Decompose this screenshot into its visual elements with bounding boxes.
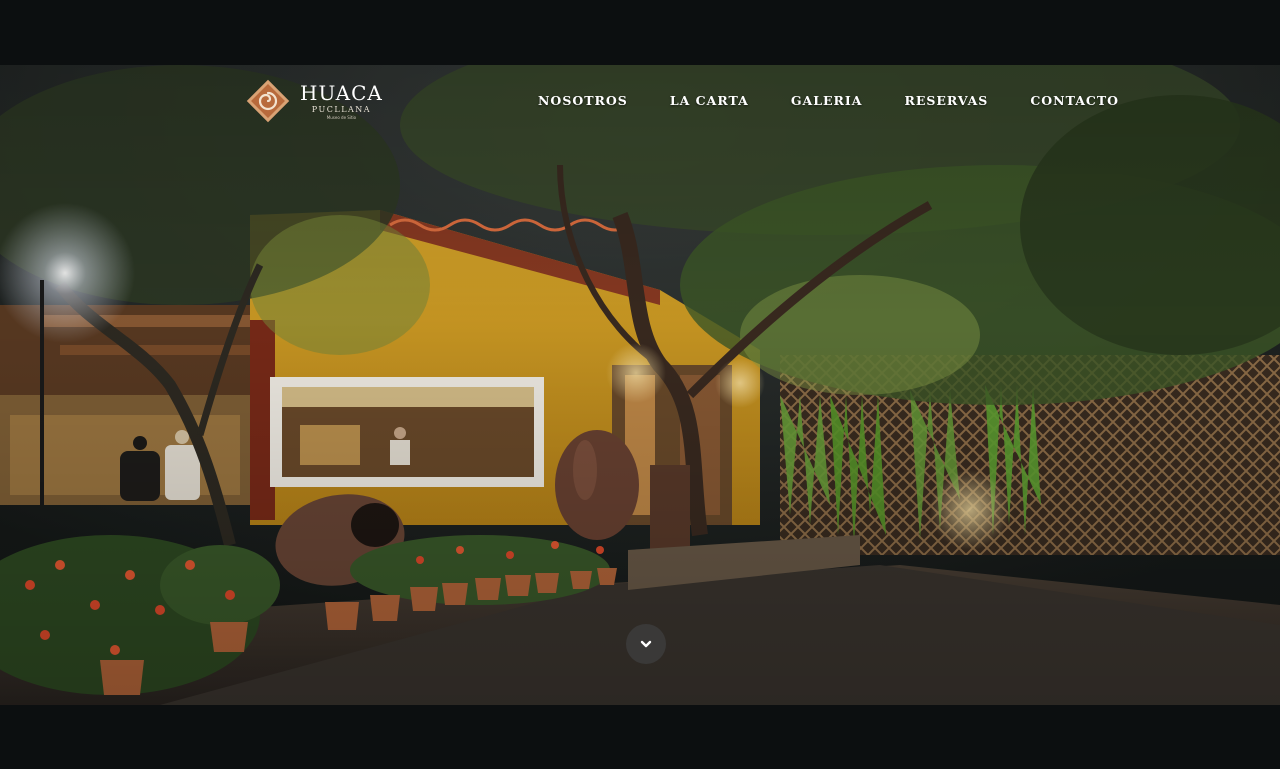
page: HUACA PUCLLANA Museo de Sitio NOSOTROS L…	[0, 0, 1280, 769]
brand-wordmark: HUACA PUCLLANA Museo de Sitio	[300, 83, 383, 120]
chevron-down-icon	[640, 640, 652, 648]
huaca-spiral-icon	[246, 79, 290, 123]
nav-item-reservas[interactable]: RESERVAS	[904, 93, 988, 113]
brand-logo[interactable]: HUACA PUCLLANA Museo de Sitio	[244, 77, 383, 125]
nav-item-contacto[interactable]: CONTACTO	[1030, 93, 1119, 113]
hero-section: HUACA PUCLLANA Museo de Sitio NOSOTROS L…	[0, 65, 1280, 705]
nav-item-nosotros[interactable]: NOSOTROS	[538, 93, 628, 113]
brand-name: HUACA	[300, 80, 383, 105]
scroll-down-button[interactable]	[626, 624, 666, 664]
hero-background-photo	[0, 65, 1280, 705]
brand-subtitle: PUCLLANA	[311, 104, 372, 114]
brand-tagline: Museo de Sitio	[326, 114, 357, 120]
nav-item-la-carta[interactable]: LA CARTA	[670, 93, 749, 113]
main-nav: NOSOTROS LA CARTA GALERIA RESERVAS CONTA…	[538, 93, 1119, 113]
nav-item-galeria[interactable]: GALERIA	[791, 93, 863, 113]
